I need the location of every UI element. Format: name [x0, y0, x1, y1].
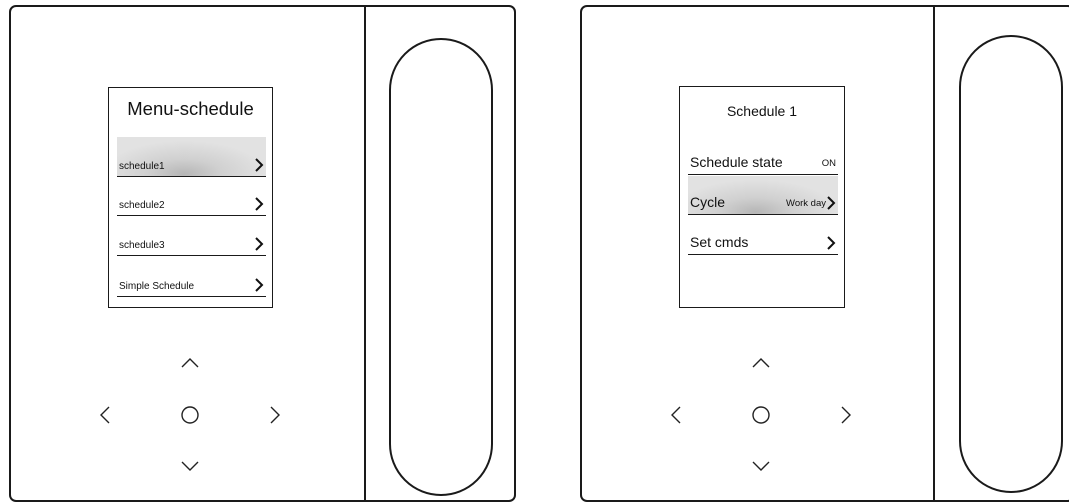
- chevron-left-icon[interactable]: [100, 406, 110, 424]
- menu-item-cycle[interactable]: Cycle Work day: [688, 176, 838, 215]
- thermostat-panel-left: Menu-schedule schedule1 schedule2 schedu…: [9, 5, 516, 502]
- navigation-pad: [100, 358, 280, 488]
- lcd-screen: Menu-schedule schedule1 schedule2 schedu…: [108, 87, 273, 308]
- slide-handle[interactable]: [959, 35, 1063, 493]
- lcd-screen: Schedule 1 Schedule state ON Cycle Work …: [679, 86, 845, 308]
- navigation-pad: [671, 358, 851, 488]
- chevron-right-icon: [255, 237, 264, 251]
- panel-divider: [364, 5, 366, 502]
- menu-item-schedule2[interactable]: schedule2: [117, 178, 266, 216]
- chevron-right-icon: [255, 158, 264, 172]
- slide-handle[interactable]: [389, 38, 493, 496]
- chevron-down-icon[interactable]: [181, 461, 199, 471]
- chevron-right-icon[interactable]: [841, 406, 851, 424]
- menu-item-set-cmds[interactable]: Set cmds: [688, 216, 838, 255]
- screen-title: Menu-schedule: [127, 98, 254, 119]
- menu-item-label: Simple Schedule: [119, 281, 195, 292]
- chevron-down-icon[interactable]: [752, 461, 770, 471]
- menu-item-schedule3[interactable]: schedule3: [117, 217, 266, 256]
- menu-item-label: Cycle: [690, 194, 726, 210]
- chevron-right-icon: [255, 197, 264, 211]
- panel-divider: [933, 5, 935, 502]
- menu-item-label: Set cmds: [690, 234, 749, 250]
- menu-item-schedule-state[interactable]: Schedule state ON: [688, 137, 838, 175]
- chevron-up-icon[interactable]: [752, 358, 770, 368]
- menu-item-label: schedule2: [119, 200, 165, 211]
- menu-item-label: schedule3: [119, 240, 165, 251]
- menu-item-value: Work day: [786, 198, 826, 209]
- thermostat-panel-right: Schedule 1 Schedule state ON Cycle Work …: [580, 5, 1069, 502]
- chevron-right-icon: [255, 278, 264, 292]
- circle-ok-icon[interactable]: [752, 406, 770, 424]
- menu-item-label: Schedule state: [690, 154, 783, 170]
- chevron-right-icon[interactable]: [270, 406, 280, 424]
- screen-title: Schedule 1: [726, 103, 798, 119]
- menu-item-schedule1[interactable]: schedule1: [117, 137, 266, 177]
- chevron-right-icon: [827, 196, 836, 210]
- chevron-up-icon[interactable]: [181, 358, 199, 368]
- chevron-left-icon[interactable]: [671, 406, 681, 424]
- menu-item-value: ON: [821, 158, 836, 169]
- menu-item-label: schedule1: [119, 161, 165, 172]
- circle-ok-icon[interactable]: [181, 406, 199, 424]
- menu-item-simple-schedule[interactable]: Simple Schedule: [117, 257, 266, 297]
- chevron-right-icon: [827, 236, 836, 250]
